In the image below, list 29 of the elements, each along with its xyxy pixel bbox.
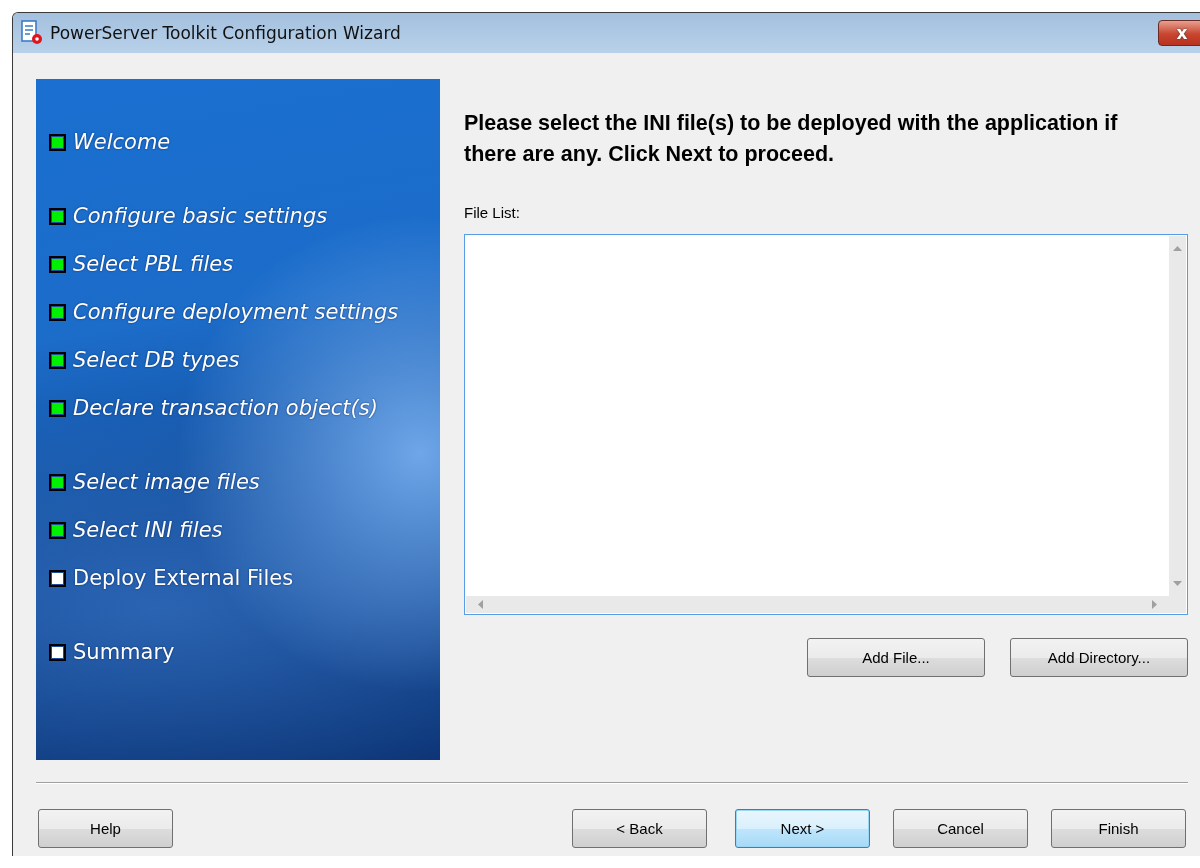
vertical-scrollbar[interactable] <box>1169 236 1186 596</box>
wizard-button[interactable]: Cancel <box>893 809 1028 848</box>
scroll-down-icon[interactable] <box>1173 581 1182 586</box>
step-label: Deploy External Files <box>73 566 294 590</box>
wizard-app-icon <box>21 20 43 46</box>
file-list-box[interactable] <box>464 234 1188 615</box>
add-button[interactable]: Add File... <box>807 638 985 677</box>
wizard-button[interactable]: Next > <box>735 809 870 848</box>
step-label: Select DB types <box>73 348 240 372</box>
close-button[interactable]: x <box>1158 20 1200 46</box>
add-button[interactable]: Add Directory... <box>1010 638 1188 677</box>
file-list-label: File List: <box>464 204 521 223</box>
wizard-button[interactable]: Help <box>38 809 173 848</box>
step-label: Select image files <box>73 470 260 494</box>
step-label: Select INI files <box>73 518 223 542</box>
wizard-button[interactable]: < Back <box>572 809 707 848</box>
window-title: PowerServer Toolkit Configuration Wizard <box>50 23 402 43</box>
horizontal-scrollbar[interactable] <box>466 596 1169 613</box>
step-label: Summary <box>73 640 175 664</box>
step-label: Select PBL files <box>73 252 234 276</box>
step-label: Configure deployment settings <box>73 300 399 324</box>
step-label: Welcome <box>73 130 171 154</box>
instruction-heading: Please select the INI file(s) to be deployed with the application if there are any. Click Next to proceed. <box>464 110 1119 168</box>
wizard-button[interactable]: Finish <box>1051 809 1186 848</box>
scroll-left-icon[interactable] <box>478 600 483 609</box>
step-label: Configure basic settings <box>73 204 328 228</box>
scroll-up-icon[interactable] <box>1173 246 1182 251</box>
scroll-right-icon[interactable] <box>1152 600 1157 609</box>
step-label: Declare transaction object(s) <box>73 396 378 420</box>
